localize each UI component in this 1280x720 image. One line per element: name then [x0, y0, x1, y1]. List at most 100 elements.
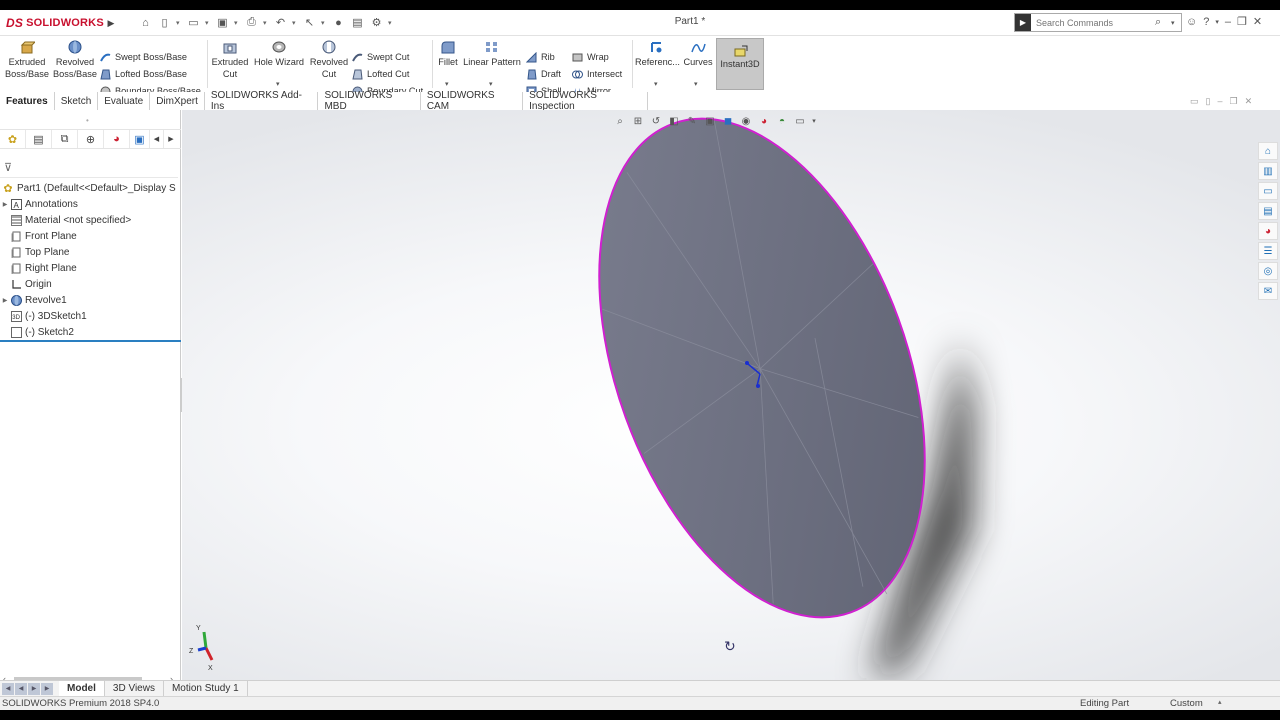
save-icon[interactable]: ▣ — [215, 15, 230, 30]
search-mode-icon[interactable]: ▶ — [1015, 14, 1031, 31]
intersect-button[interactable]: Intersect — [572, 67, 622, 81]
curves-button[interactable]: Curves — [682, 40, 714, 68]
undo-icon[interactable]: ↶ — [273, 15, 288, 30]
tab-solidworks-mbd[interactable]: SOLIDWORKS MBD — [318, 90, 421, 112]
tab-evaluate[interactable]: Evaluate — [98, 92, 151, 110]
tree-filter-box[interactable] — [0, 158, 178, 178]
print-icon[interactable]: ⎙ — [244, 15, 259, 30]
tree-root-part[interactable]: ✿ Part1 (Default<<Default>_Display S — [0, 180, 181, 196]
lofted-boss-button[interactable]: Lofted Boss/Base — [100, 67, 187, 81]
doc-minimize-icon[interactable]: – — [1217, 96, 1222, 107]
doc-close-icon[interactable]: ✕ — [1245, 96, 1253, 107]
tab-features[interactable]: Features — [0, 92, 55, 110]
tab-3d-views[interactable]: 3D Views — [105, 680, 164, 697]
file-properties-icon[interactable]: ▤ — [350, 15, 365, 30]
undo-dropdown-icon[interactable]: ▾ — [292, 19, 298, 27]
units-dropdown-icon[interactable]: ▴ — [1218, 698, 1222, 706]
fillet-dropdown-icon[interactable]: ▾ — [445, 80, 449, 88]
display-style-icon[interactable]: ◼ — [721, 114, 735, 128]
apply-scene-icon[interactable]: ◓ — [775, 114, 789, 128]
edit-appearance-icon[interactable]: ◕ — [757, 114, 771, 128]
tab-sketch[interactable]: Sketch — [54, 92, 99, 110]
tab-solidworks-inspection[interactable]: SOLIDWORKS Inspection — [523, 90, 648, 112]
open-dropdown-icon[interactable]: ▾ — [205, 19, 211, 27]
select-arrow-icon[interactable]: ↖ — [302, 15, 317, 30]
select-dropdown-icon[interactable]: ▾ — [321, 19, 327, 27]
curves-dropdown-icon[interactable]: ▾ — [694, 80, 698, 88]
new-document-icon[interactable]: ▯ — [157, 15, 172, 30]
search-input[interactable] — [1031, 17, 1155, 28]
configuration-manager-tab-icon[interactable]: ⧉ — [52, 130, 78, 148]
previous-view-icon[interactable]: ↺ — [649, 114, 663, 128]
fillet-button[interactable]: Fillet — [436, 40, 460, 68]
linear-pattern-button[interactable]: Linear Pattern — [462, 40, 522, 68]
revolved-cut-button[interactable]: Revolved Cut — [309, 40, 349, 80]
rebuild-icon[interactable]: ● — [331, 15, 346, 30]
instant3d-button[interactable]: Instant3D — [716, 38, 764, 90]
home-icon[interactable]: ⌂ — [138, 15, 153, 30]
cam-task-icon[interactable]: ✉ — [1258, 282, 1278, 300]
appearances-scenes-icon[interactable]: ◕ — [1258, 222, 1278, 240]
new-dropdown-icon[interactable]: ▾ — [176, 19, 182, 27]
options-gear-icon[interactable]: ⚙ — [369, 15, 384, 30]
hole-wizard-dropdown-icon[interactable]: ▾ — [276, 80, 280, 88]
panel-grip-icon[interactable]: • — [86, 116, 89, 125]
dynamic-annotation-icon[interactable]: ✎ — [685, 114, 699, 128]
expand-arrow-icon[interactable]: ▶ — [0, 297, 10, 304]
revolved-boss-button[interactable]: Revolved Boss/Base — [52, 40, 98, 80]
tree-item-right-plane[interactable]: Right Plane — [0, 260, 181, 276]
minimize-icon[interactable]: – — [1225, 16, 1231, 28]
menu-expand-arrow-icon[interactable]: ▶ — [104, 16, 118, 30]
last-tab-icon[interactable]: ▶ — [41, 682, 53, 695]
solidworks-forum-icon[interactable]: ◎ — [1258, 262, 1278, 280]
tree-item-front-plane[interactable]: Front Plane — [0, 228, 181, 244]
tab-solidworks-add-ins[interactable]: SOLIDWORKS Add-Ins — [204, 90, 319, 112]
tree-item-top-plane[interactable]: Top Plane — [0, 244, 181, 260]
doc-restore-icon[interactable]: ▯ — [1206, 96, 1211, 107]
options-dropdown-icon[interactable]: ▾ — [388, 19, 394, 27]
view-orientation-icon[interactable]: ▣ — [703, 114, 717, 128]
reference-dropdown-icon[interactable]: ▾ — [654, 80, 658, 88]
custom-properties-icon[interactable]: ☰ — [1258, 242, 1278, 260]
tab-scroll-right-icon[interactable]: ▶ — [164, 130, 178, 148]
filter-icon[interactable]: ⊽ — [4, 161, 12, 174]
search-commands-box[interactable]: ▶ ⌕ ▾ — [1014, 13, 1182, 32]
display-manager-tab-icon[interactable]: ◕ — [104, 130, 130, 148]
tree-item-3dsketch1[interactable]: 3D (-) 3DSketch1 — [0, 308, 181, 324]
solidworks-resources-icon[interactable]: ⌂ — [1258, 142, 1278, 160]
tab-dimxpert[interactable]: DimXpert — [150, 92, 205, 110]
tile-icon[interactable]: ▭ — [1190, 96, 1199, 107]
rib-button[interactable]: Rib — [526, 50, 555, 64]
dimxpert-manager-tab-icon[interactable]: ⊕ — [78, 130, 104, 148]
property-manager-tab-icon[interactable]: ▤ — [26, 130, 52, 148]
tree-item-material[interactable]: Material <not specified> — [0, 212, 181, 228]
cam-tab-icon[interactable]: ▣ — [130, 130, 150, 148]
file-explorer-icon[interactable]: ▭ — [1258, 182, 1278, 200]
draft-button[interactable]: Draft — [526, 67, 561, 81]
restore-icon[interactable]: ❐ — [1237, 15, 1247, 28]
view-palette-icon[interactable]: ▤ — [1258, 202, 1278, 220]
design-library-icon[interactable]: ▥ — [1258, 162, 1278, 180]
view-settings-icon[interactable]: ▭ — [793, 114, 807, 128]
tab-solidworks-cam[interactable]: SOLIDWORKS CAM — [420, 90, 524, 112]
extruded-cut-button[interactable]: Extruded Cut — [210, 40, 250, 80]
first-tab-icon[interactable]: ◀ — [2, 682, 14, 695]
swept-boss-button[interactable]: Swept Boss/Base — [100, 50, 187, 64]
hole-wizard-button[interactable]: Hole Wizard — [253, 40, 305, 68]
print-dropdown-icon[interactable]: ▾ — [263, 19, 269, 27]
prev-tab-icon[interactable]: ◀ — [15, 682, 27, 695]
feature-manager-tab-icon[interactable]: ✿ — [0, 130, 26, 148]
expand-arrow-icon[interactable]: ▶ — [0, 201, 10, 208]
tree-item-revolve1[interactable]: ▶ Revolve1 — [0, 292, 181, 308]
search-dropdown-icon[interactable]: ▾ — [1171, 19, 1181, 27]
save-dropdown-icon[interactable]: ▾ — [234, 19, 240, 27]
user-icon[interactable]: ☺ — [1186, 16, 1197, 28]
tab-motion-study-1[interactable]: Motion Study 1 — [164, 680, 248, 697]
hide-show-items-icon[interactable]: ◉ — [739, 114, 753, 128]
close-icon[interactable]: ✕ — [1253, 15, 1262, 28]
linear-pattern-dropdown-icon[interactable]: ▾ — [489, 80, 493, 88]
zoom-to-area-icon[interactable]: ⊞ — [631, 114, 645, 128]
tree-item-annotations[interactable]: ▶ A Annotations — [0, 196, 181, 212]
extruded-boss-button[interactable]: Extruded Boss/Base — [4, 40, 50, 80]
tab-model[interactable]: Model — [59, 680, 105, 697]
